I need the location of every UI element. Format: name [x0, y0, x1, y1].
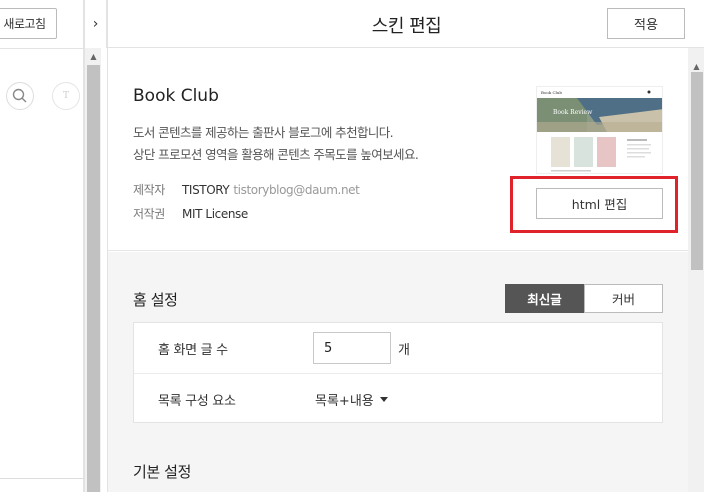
- thumb-logo-text: Book Club: [541, 90, 562, 95]
- skin-name: Book Club: [133, 86, 219, 106]
- preview-panel: 새로고침 T: [0, 0, 84, 492]
- search-icon[interactable]: [6, 82, 34, 110]
- caret-down-icon: [379, 397, 388, 402]
- basic-settings-title: 기본 설정: [133, 463, 191, 481]
- list-element-select[interactable]: 목록+내용: [315, 390, 388, 409]
- highlight-box: [510, 176, 678, 233]
- toggle-cover[interactable]: 커버: [584, 284, 663, 313]
- settings-scrollbar[interactable]: ▲: [688, 48, 704, 492]
- apply-button[interactable]: 적용: [607, 8, 685, 39]
- post-count-unit: 개: [398, 343, 410, 358]
- post-count-input[interactable]: 5: [313, 332, 391, 364]
- license-row: 저작권 MIT License: [133, 205, 248, 222]
- scroll-up-arrow-icon[interactable]: ▲: [85, 48, 102, 65]
- preview-scrollbar-thumb[interactable]: [87, 65, 100, 492]
- search-glyph: [12, 88, 27, 103]
- post-count-label: 홈 화면 글 수: [158, 343, 228, 358]
- skin-thumbnail: Book Club Book Review: [536, 86, 663, 174]
- skin-info-section: Book Club 도서 콘텐츠를 제공하는 출판사 블로그에 추천합니다. 상…: [108, 48, 688, 251]
- settings-scrollbar-thumb[interactable]: [691, 72, 703, 270]
- skin-description-line-1: 도서 콘텐츠를 제공하는 출판사 블로그에 추천합니다.: [133, 125, 394, 140]
- settings-area: 홈 설정 최신글 커버 홈 화면 글 수 5 개 목록 구성 요소 목록+내용 …: [108, 252, 688, 492]
- text-t-icon[interactable]: T: [52, 82, 80, 110]
- skin-thumbnail-image: Book Club Book Review: [537, 87, 662, 173]
- skin-description: 도서 콘텐츠를 제공하는 출판사 블로그에 추천합니다. 상단 프로모션 영역을…: [133, 122, 419, 166]
- home-type-toggle: 최신글 커버: [505, 284, 663, 313]
- author-row: 제작자 TISTORY tistoryblog@daum.net: [133, 181, 360, 198]
- skin-edit-panel: 스킨 편집 적용 Book Club 도서 콘텐츠를 제공하는 출판사 블로그에…: [107, 0, 704, 492]
- refresh-button[interactable]: 새로고침: [0, 8, 57, 39]
- toggle-latest-posts[interactable]: 최신글: [505, 284, 584, 313]
- list-element-row: 목록 구성 요소 목록+내용: [134, 373, 662, 423]
- license-value: MIT License: [182, 207, 248, 221]
- home-settings-title: 홈 설정: [133, 291, 178, 309]
- author-label: 제작자: [133, 183, 165, 197]
- home-settings-card: 홈 화면 글 수 5 개 목록 구성 요소 목록+내용: [133, 322, 663, 423]
- license-label: 저작권: [133, 207, 165, 221]
- left-divider: [0, 48, 84, 49]
- collapse-chevron-icon[interactable]: ›: [84, 0, 107, 48]
- preview-scrollbar[interactable]: ▲: [84, 48, 101, 492]
- left-bottom-divider: [0, 478, 84, 479]
- list-element-value: 목록+내용: [315, 394, 374, 409]
- author-email: tistoryblog@daum.net: [233, 183, 360, 197]
- skin-edit-header: 스킨 편집 적용: [108, 0, 704, 48]
- skin-description-line-2: 상단 프로모션 영역을 활용해 콘텐츠 주목도를 높여보세요.: [133, 147, 419, 162]
- list-element-label: 목록 구성 요소: [158, 394, 236, 409]
- post-count-row: 홈 화면 글 수 5 개: [134, 323, 662, 373]
- thumb-banner-text: Book Review: [553, 109, 593, 116]
- author-name: TISTORY: [182, 183, 230, 197]
